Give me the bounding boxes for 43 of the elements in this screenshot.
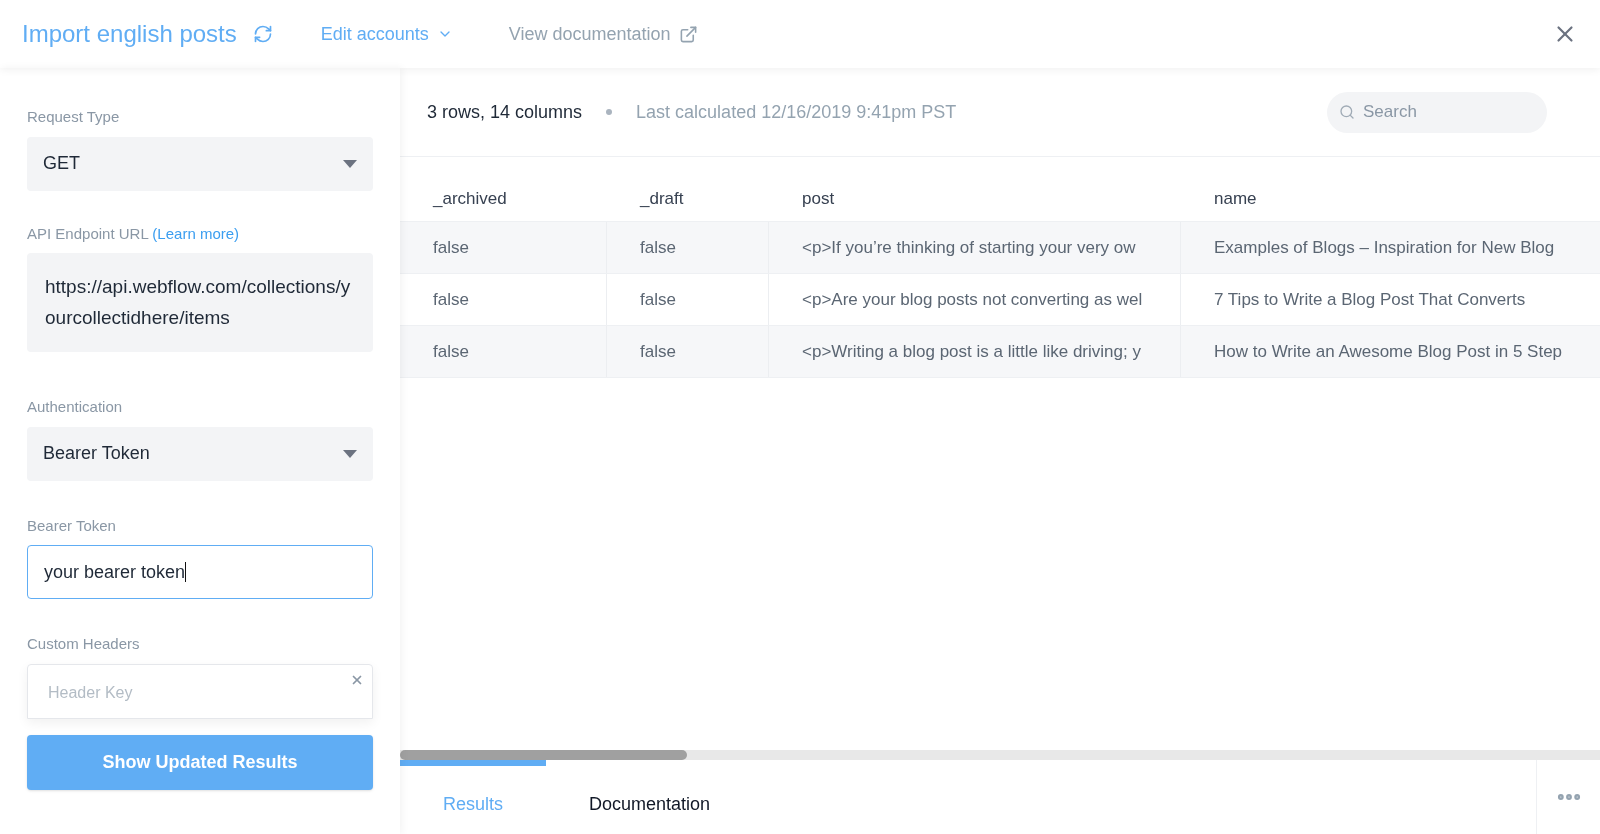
table-cell: <p>If you’re thinking of starting your very ow [769, 222, 1181, 273]
table-cell: false [400, 326, 607, 377]
table-cell: <p>Are your blog posts not converting as wel [769, 274, 1181, 325]
page-title: Import english posts [22, 19, 237, 49]
table-cell: <p>Writing a blog post is a little like driving; y [769, 326, 1181, 377]
show-results-button[interactable]: Show Updated Results [27, 735, 373, 790]
column-header: _archived [431, 188, 508, 211]
refresh-icon[interactable] [252, 24, 273, 44]
field-label: API Endpoint URL (Learn more) [27, 223, 241, 244]
scrollbar-thumb[interactable] [400, 750, 687, 760]
table-cell: How to Write an Awesome Blog Post in 5 Step [1181, 326, 1600, 377]
horizontal-scrollbar[interactable] [400, 750, 1600, 760]
dropdown-caret-icon [343, 159, 357, 168]
select-field[interactable]: Bearer Token [27, 426, 373, 481]
bottom-tab[interactable]: Results [400, 760, 547, 834]
external-link-icon [678, 24, 698, 44]
table-cell: 7 Tips to Write a Blog Post That Converts [1181, 274, 1600, 325]
dropdown-caret-icon [343, 449, 357, 458]
search-icon [1339, 103, 1355, 120]
column-header: post [801, 188, 836, 211]
last-calculated-text: Last calculated 12/16/2019 9:41pm PST [636, 100, 957, 124]
field-label: Authentication [27, 397, 124, 417]
table-cell: false [400, 222, 607, 273]
field-label: Bearer Token [27, 515, 117, 536]
column-header: name [1213, 188, 1258, 211]
table-cell: Examples of Blogs – Inspiration for New Blog [1181, 222, 1600, 273]
field-label: Custom Headers [27, 634, 141, 654]
column-header: _draft [638, 188, 685, 211]
url-field[interactable]: https://api.webflow.com/collections/yourcollectidhere/items [27, 253, 373, 352]
row-column-count: 3 rows, 14 columns [427, 100, 583, 124]
table-cell: false [607, 274, 769, 325]
field-label: Request Type [27, 107, 121, 127]
table-cell: false [607, 326, 769, 377]
search-field[interactable]: Search [1327, 91, 1547, 133]
learn-more-link[interactable]: (Learn more) [152, 224, 240, 242]
select-field[interactable]: GET [27, 136, 373, 191]
bottom-tab[interactable]: Documentation [546, 760, 754, 834]
table-cell: false [607, 222, 769, 273]
header-key-field[interactable]: Header Key [48, 683, 133, 701]
table-cell: false [400, 274, 607, 325]
bearer-token-field[interactable]: your bearer token [27, 545, 373, 599]
edit-accounts-menu[interactable]: Edit accounts [320, 20, 453, 48]
documentation-link[interactable]: View documentation [508, 20, 698, 48]
